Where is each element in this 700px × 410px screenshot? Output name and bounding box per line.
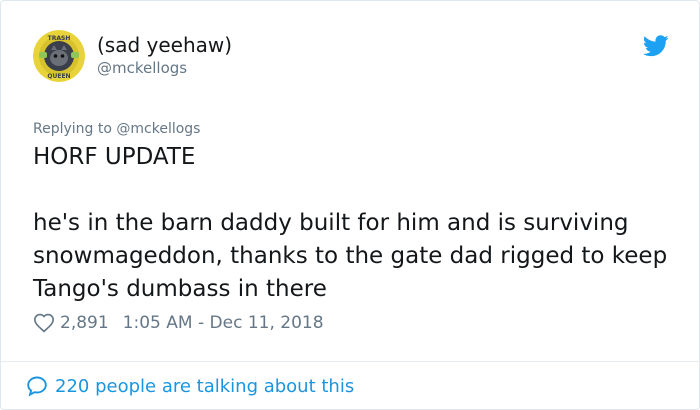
tweet-date[interactable]: Dec 11, 2018: [210, 313, 324, 333]
avatar[interactable]: TRASH QUEEN: [33, 30, 85, 82]
conversation-link[interactable]: 220 people are talking about this: [25, 372, 354, 400]
divider: [1, 361, 699, 362]
like-count[interactable]: 2,891: [60, 313, 109, 333]
talking-text: 220 people are talking about this: [55, 375, 355, 397]
avatar-top-text: TRASH: [48, 35, 71, 42]
tweet-time[interactable]: 1:05 AM: [123, 313, 193, 333]
replying-to-label: Replying to: [33, 121, 112, 137]
replying-to-handle[interactable]: @mckellogs: [116, 121, 200, 137]
speech-bubble-icon: [25, 374, 49, 398]
user-handle[interactable]: @mckellogs: [97, 58, 187, 78]
display-name[interactable]: (sad yeehaw): [97, 33, 232, 57]
tweet-meta: 2,891 1:05 AM - Dec 11, 2018: [33, 309, 324, 337]
twitter-bird-icon[interactable]: [642, 35, 669, 57]
meta-separator: -: [197, 313, 205, 333]
replying-to: Replying to @mckellogs: [33, 119, 200, 139]
avatar-bottom-text: QUEEN: [47, 73, 70, 80]
avatar-badge-icon: TRASH QUEEN: [33, 30, 85, 82]
heart-icon[interactable]: [33, 312, 55, 334]
tweet-card: TRASH QUEEN (sad yeehaw) @mckellogs Repl…: [0, 0, 700, 410]
tweet-text: HORF UPDATE he's in the barn daddy built…: [33, 144, 668, 302]
